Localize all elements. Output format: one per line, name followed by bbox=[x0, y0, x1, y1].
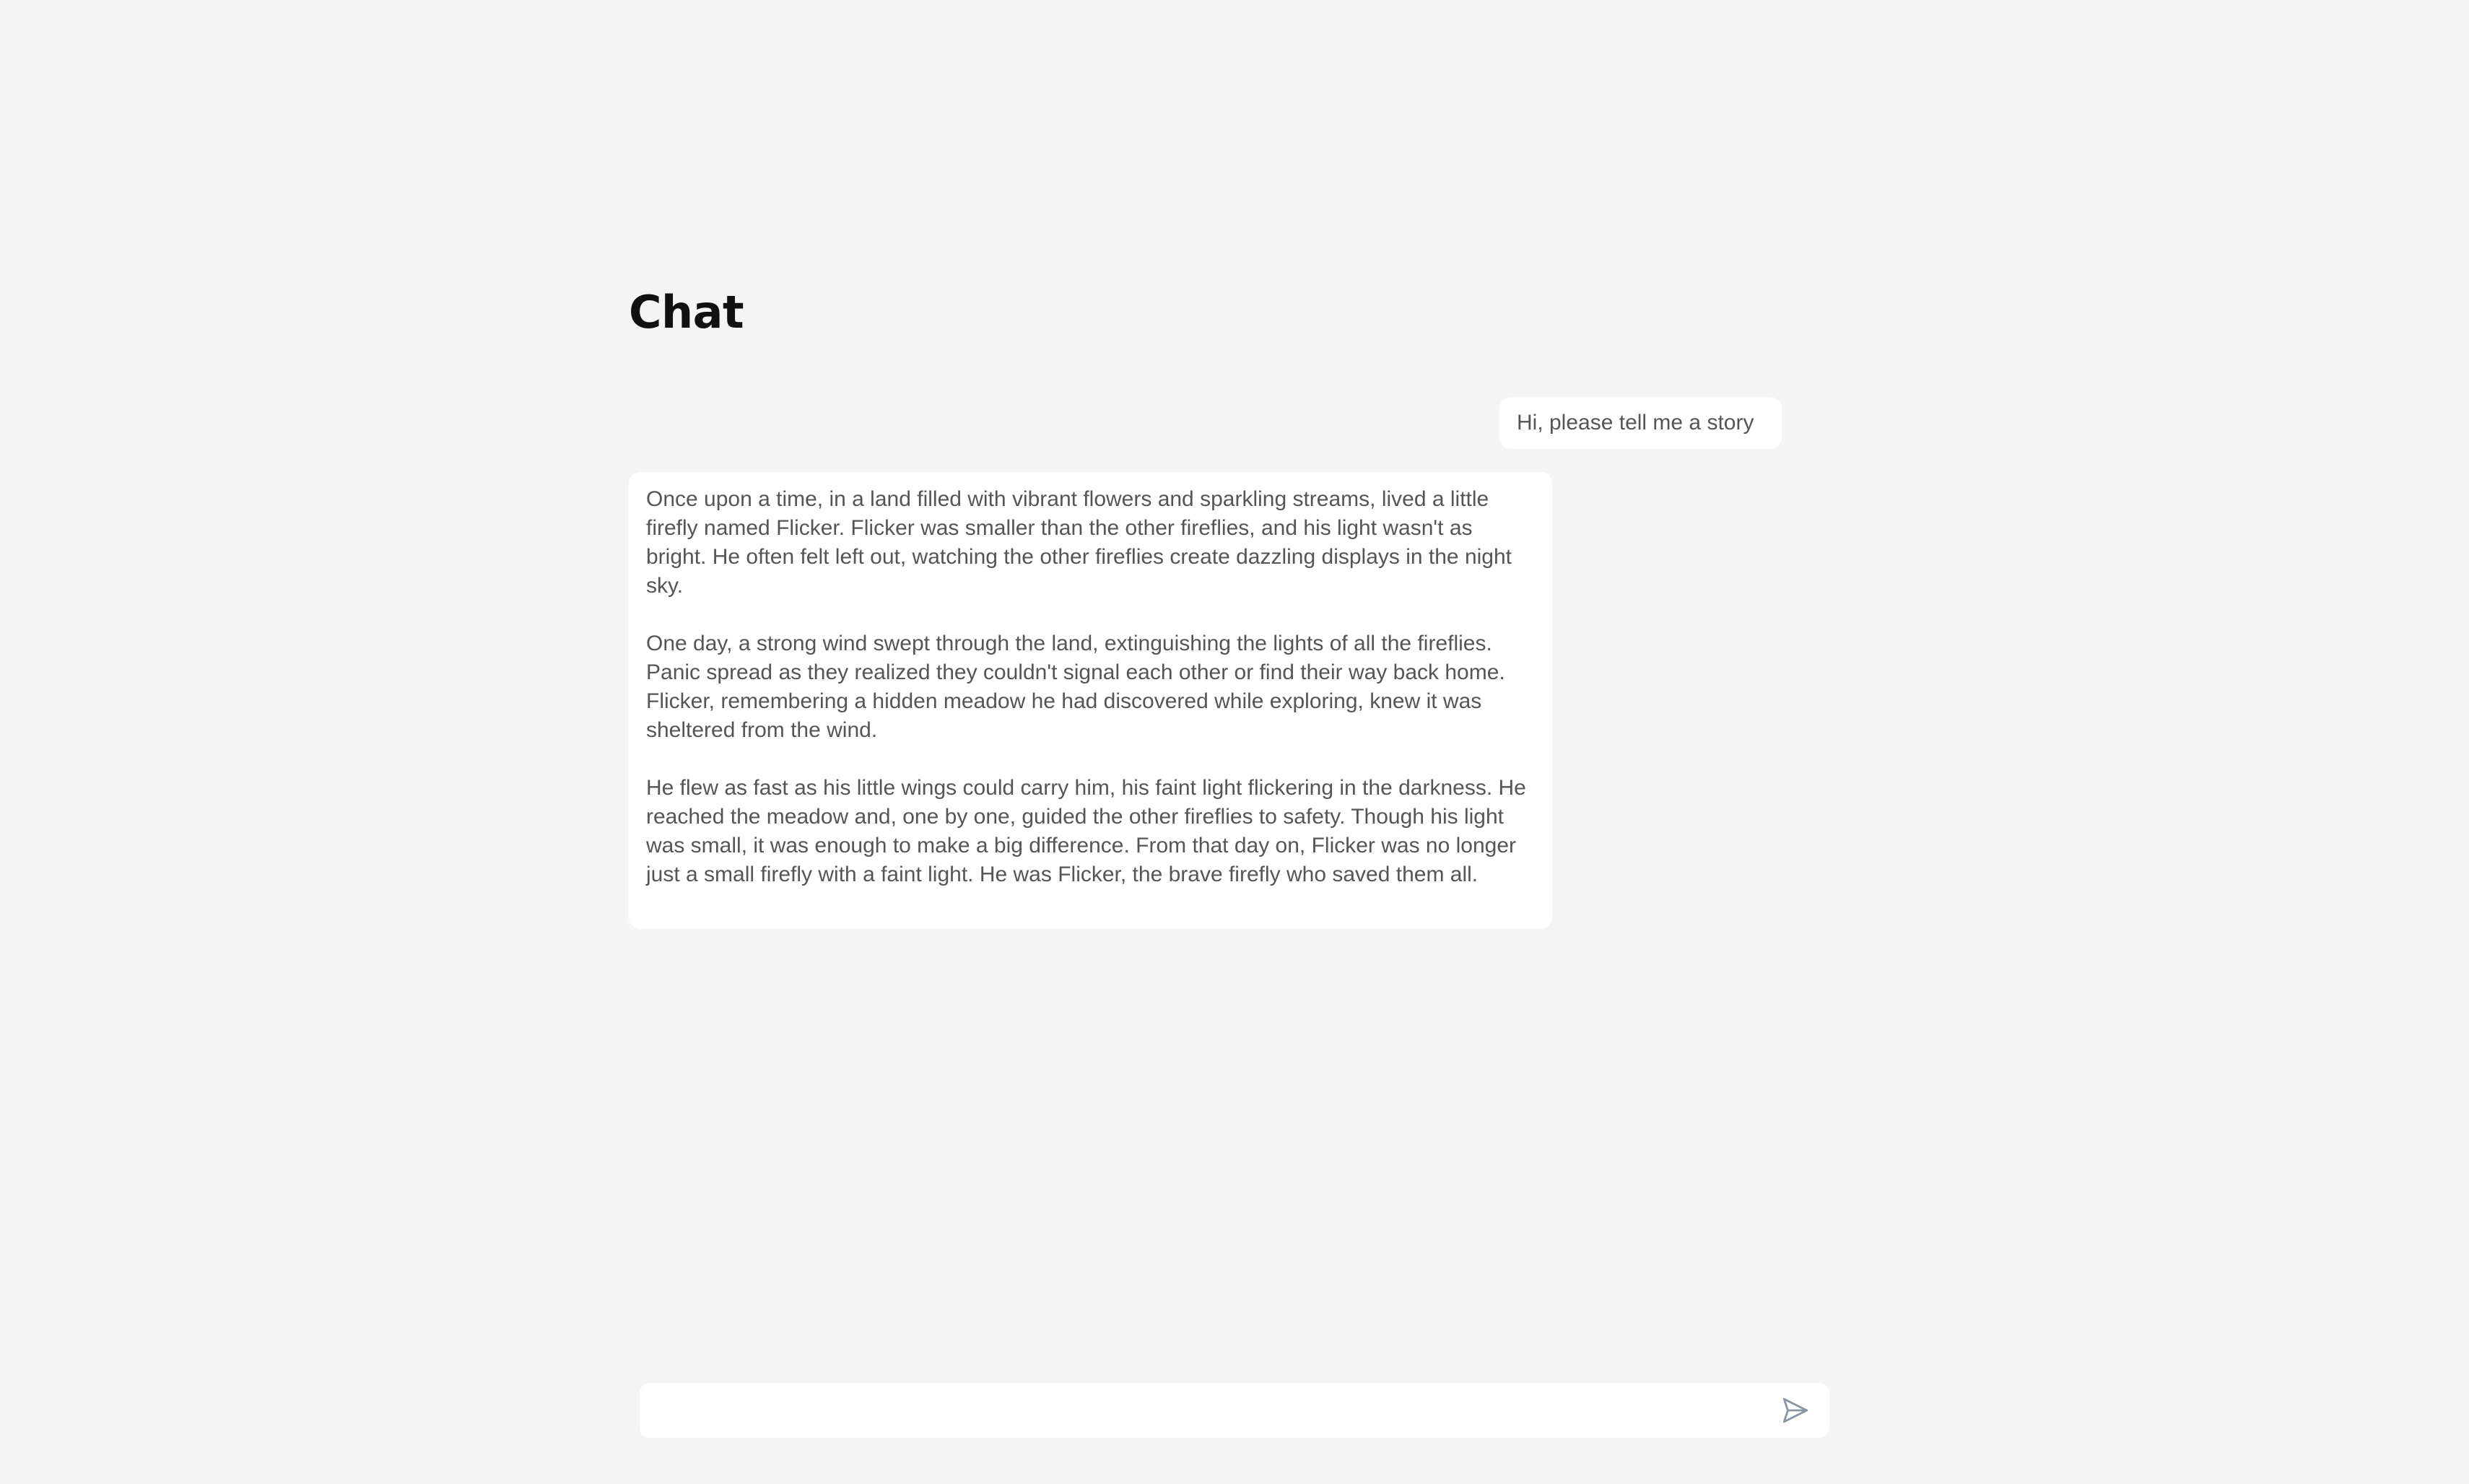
assistant-message: Once upon a time, in a land filled with … bbox=[629, 472, 1552, 929]
send-button[interactable] bbox=[1777, 1393, 1813, 1428]
assistant-message-paragraph: Once upon a time, in a land filled with … bbox=[646, 487, 1512, 598]
send-icon bbox=[1780, 1395, 1811, 1426]
page-title: Chat bbox=[629, 286, 744, 339]
user-message-text: Hi, please tell me a story bbox=[1517, 411, 1754, 435]
message-input[interactable] bbox=[654, 1389, 1751, 1432]
user-message: Hi, please tell me a story bbox=[1499, 397, 1782, 449]
assistant-message-paragraph: One day, a strong wind swept through the… bbox=[646, 632, 1505, 742]
assistant-message-paragraph: He flew as fast as his little wings coul… bbox=[646, 776, 1526, 886]
message-composer bbox=[640, 1383, 1829, 1438]
